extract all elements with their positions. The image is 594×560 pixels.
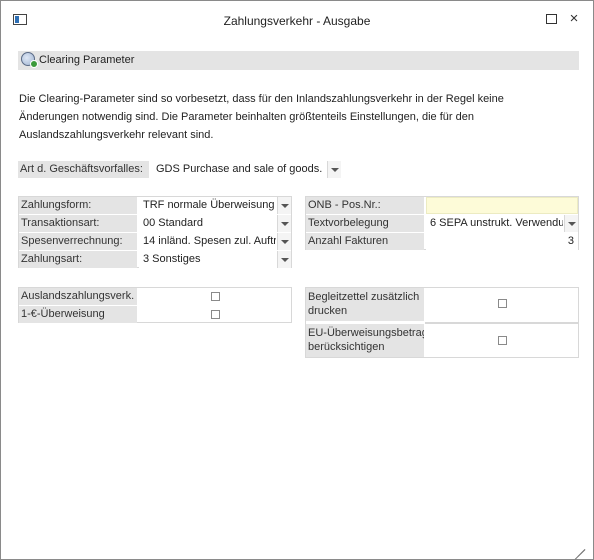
zahlungsform-label: Zahlungsform: — [19, 197, 137, 214]
anzahl-fakturen-input[interactable]: 3 — [426, 233, 578, 250]
textvorbelegung-value: 6 SEPA unstrukt. Verwendun — [430, 217, 563, 229]
begleitzettel-checkbox[interactable] — [498, 299, 507, 308]
close-button[interactable]: × — [567, 10, 581, 27]
transaktionsart-value: 00 Standard — [143, 217, 203, 229]
auslandszahlungsverk-label: Auslandszahlungsverk. — [19, 288, 137, 305]
dialog-window: Zahlungsverkehr - Ausgabe × Clearing Par… — [0, 0, 594, 560]
chevron-down-icon[interactable] — [277, 215, 291, 232]
section-header: Clearing Parameter — [18, 51, 579, 70]
zahlungsart-value: 3 Sonstiges — [143, 253, 201, 265]
spesenverrechnung-label: Spesenverrechnung: — [19, 233, 137, 250]
spesenverrechnung-value: 14 inländ. Spesen zul. Auftr — [143, 235, 276, 247]
zahlungsform-value: TRF normale Überweisung — [143, 199, 275, 211]
zahlungsart-label: Zahlungsart: — [19, 251, 137, 268]
eu-ueberweisungsbetrag-label-line: berücksichtigen — [308, 341, 385, 353]
title-bar[interactable]: Zahlungsverkehr - Ausgabe × — [1, 1, 593, 39]
close-icon: × — [569, 10, 579, 27]
anzahl-fakturen-label: Anzahl Fakturen — [306, 233, 424, 250]
chevron-down-icon[interactable] — [277, 233, 291, 250]
chevron-down-icon[interactable] — [327, 161, 341, 178]
description-text: Die Clearing-Parameter sind so vorbesetz… — [19, 90, 579, 144]
chevron-down-icon[interactable] — [564, 215, 578, 232]
eu-ueberweisungsbetrag-label-line: EU-Überweisungsbetrag — [308, 327, 424, 339]
begleitzettel-label-line: drucken — [308, 305, 348, 317]
begleitzettel-label: Begleitzettel zusätzlich drucken — [306, 288, 424, 321]
eu-ueberweisungsbetrag-checkbox[interactable] — [498, 336, 507, 345]
ein-euro-ueberweisung-label: 1-€-Überweisung — [19, 306, 137, 323]
maximize-button[interactable] — [544, 12, 558, 26]
gear-refresh-icon — [21, 52, 38, 68]
transaktionsart-label: Transaktionsart: — [19, 215, 137, 232]
auslandszahlungsverk-checkbox[interactable] — [211, 292, 220, 301]
begleitzettel-label-line: Begleitzettel zusätzlich — [308, 291, 420, 303]
ein-euro-ueberweisung-checkbox[interactable] — [211, 310, 220, 319]
zahlungsart-select[interactable]: 3 Sonstiges — [139, 251, 291, 268]
maximize-icon — [545, 14, 557, 24]
chevron-down-icon[interactable] — [277, 251, 291, 268]
textvorbelegung-label: Textvorbelegung — [306, 215, 424, 232]
spesenverrechnung-select[interactable]: 14 inländ. Spesen zul. Auftr — [139, 233, 291, 250]
zahlungsform-select[interactable]: TRF normale Überweisung — [139, 197, 291, 214]
description-line: Änderungen notwendig sind. Die Parameter… — [19, 111, 474, 123]
description-line: Die Clearing-Parameter sind so vorbesetz… — [19, 93, 504, 105]
textvorbelegung-select[interactable]: 6 SEPA unstrukt. Verwendun — [426, 215, 578, 232]
resize-grip-icon[interactable] — [571, 536, 586, 560]
geschaeftsvorfall-label: Art d. Geschäftsvorfalles: — [18, 161, 149, 178]
chevron-down-icon[interactable] — [277, 197, 291, 214]
onb-pos-label: ONB - Pos.Nr.: — [306, 197, 424, 214]
window-title: Zahlungsverkehr - Ausgabe — [223, 14, 371, 28]
section-title: Clearing Parameter — [39, 54, 135, 66]
onb-pos-input[interactable] — [426, 197, 578, 214]
description-line: Auslandszahlungsverkehr relevant sind. — [19, 129, 214, 141]
transaktionsart-select[interactable]: 00 Standard — [139, 215, 291, 232]
row-divider — [425, 322, 579, 324]
geschaeftsvorfall-value: GDS Purchase and sale of goods. P — [156, 163, 326, 175]
eu-ueberweisungsbetrag-label: EU-Überweisungsbetrag berücksichtigen — [306, 324, 424, 357]
geschaeftsvorfall-select[interactable]: GDS Purchase and sale of goods. P — [152, 161, 341, 178]
